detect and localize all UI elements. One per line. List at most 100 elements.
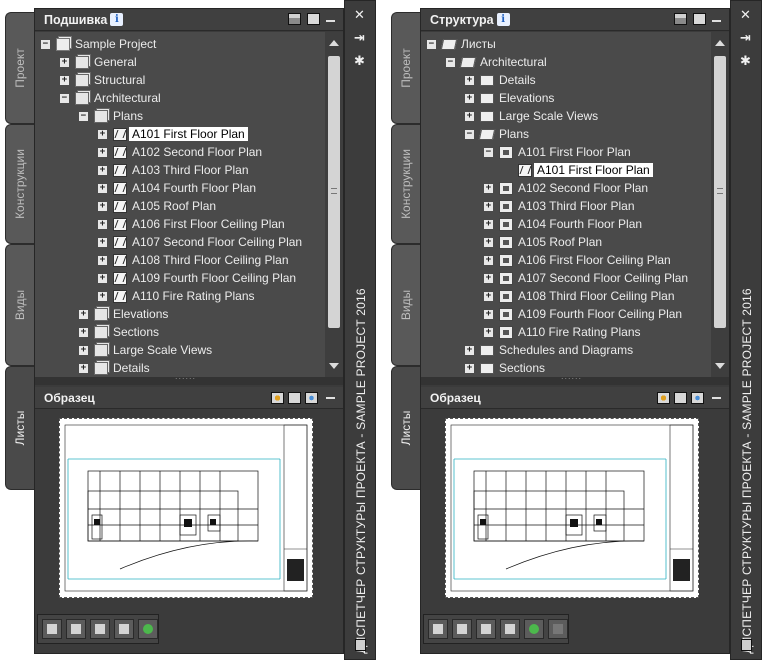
expand-icon[interactable]: + — [484, 237, 493, 247]
expand-icon[interactable]: + — [484, 309, 493, 319]
preview-collapse-icon[interactable] — [326, 397, 335, 399]
tree-item[interactable]: + Schedules and Diagrams — [465, 341, 633, 359]
expand-icon[interactable]: + — [465, 111, 474, 121]
tree-item[interactable]: + Details — [79, 359, 150, 377]
scroll-thumb[interactable] — [714, 56, 726, 328]
select-button[interactable] — [476, 619, 496, 639]
scroll-down-icon[interactable] — [715, 363, 725, 369]
expand-icon[interactable]: + — [79, 363, 88, 373]
expand-icon[interactable]: + — [98, 219, 107, 229]
properties-icon[interactable]: ✱ — [354, 53, 365, 69]
properties-icon[interactable]: ✱ — [740, 53, 751, 69]
close-icon[interactable]: ✕ — [354, 7, 365, 23]
expand-icon[interactable]: + — [60, 57, 69, 67]
new-element-button[interactable] — [452, 619, 472, 639]
expand-icon[interactable]: + — [79, 345, 88, 355]
expand-icon[interactable]: + — [465, 93, 474, 103]
tree-item[interactable]: + A101 First Floor Plan — [98, 125, 248, 143]
auto-hide-icon[interactable]: ⇥ — [740, 30, 751, 46]
disabled-tool-button[interactable] — [548, 619, 568, 639]
tree-item[interactable]: + A109 Fourth Floor Ceiling Plan — [98, 269, 296, 287]
expand-icon[interactable]: + — [98, 147, 107, 157]
tree-item[interactable]: + A108 Third Floor Ceiling Plan — [98, 251, 289, 269]
tree-item[interactable]: + A106 First Floor Ceiling Plan — [484, 251, 671, 269]
expand-icon[interactable]: + — [98, 129, 107, 139]
expand-icon[interactable]: + — [98, 255, 107, 265]
tab-project[interactable]: Проект — [391, 12, 420, 124]
tree-item[interactable]: + A105 Roof Plan — [484, 233, 602, 251]
expand-icon[interactable]: + — [484, 183, 493, 193]
tree-scrollbar[interactable] — [325, 32, 343, 377]
preview-settings-icon[interactable] — [271, 392, 284, 404]
tree-item[interactable]: + Elevations — [465, 89, 554, 107]
tree-item[interactable]: + Sections — [465, 359, 545, 377]
expand-icon[interactable]: + — [484, 273, 493, 283]
expand-icon[interactable]: + — [484, 201, 493, 211]
tab-constructs[interactable]: Конструкции — [5, 124, 34, 244]
refresh-button[interactable] — [524, 619, 544, 639]
tree-item[interactable]: + A103 Third Floor Plan — [484, 197, 635, 215]
auto-hide-icon[interactable]: ⇥ — [354, 30, 365, 46]
tree-item[interactable]: + A104 Fourth Floor Plan — [484, 215, 642, 233]
tree-item[interactable]: + General — [60, 53, 137, 71]
tab-views[interactable]: Виды — [391, 244, 420, 366]
expand-icon[interactable]: + — [484, 327, 493, 337]
collapse-node-icon[interactable]: − — [427, 39, 436, 49]
tree-item[interactable]: − Architectural — [60, 89, 161, 107]
preview-layout-icon[interactable] — [674, 392, 687, 404]
select-button[interactable] — [90, 619, 110, 639]
collapse-node-icon[interactable]: − — [79, 111, 88, 121]
tree-item[interactable]: + A102 Second Floor Plan — [98, 143, 262, 161]
expand-icon[interactable]: + — [98, 273, 107, 283]
collapse-node-icon[interactable]: − — [465, 129, 474, 139]
new-folder-button[interactable] — [428, 619, 448, 639]
tree-item[interactable]: + A107 Second Floor Ceiling Plan — [484, 269, 688, 287]
publish-icon[interactable] — [674, 13, 687, 25]
tab-sheets[interactable]: Листы — [5, 366, 34, 490]
info-icon[interactable]: i — [496, 13, 510, 26]
collapse-icon[interactable] — [712, 20, 721, 22]
publish-button[interactable] — [42, 619, 62, 639]
details-button[interactable] — [500, 619, 520, 639]
scroll-up-icon[interactable] — [715, 40, 725, 46]
tree-item[interactable]: + Sections — [79, 323, 159, 341]
tree-scrollbar[interactable] — [711, 32, 729, 377]
preview-view-icon[interactable] — [305, 392, 318, 404]
tree-item[interactable]: + A109 Fourth Floor Ceiling Plan — [484, 305, 682, 323]
tree-item[interactable]: − Architectural — [446, 53, 547, 71]
new-sheet-button[interactable] — [66, 619, 86, 639]
tree-item[interactable]: + A106 First Floor Ceiling Plan — [98, 215, 285, 233]
details-button[interactable] — [114, 619, 134, 639]
tree-item[interactable]: + A102 Second Floor Plan — [484, 179, 648, 197]
palette-options-icon[interactable] — [355, 639, 366, 651]
tree-item[interactable]: + Structural — [60, 71, 145, 89]
tab-views[interactable]: Виды — [5, 244, 34, 366]
tree-item[interactable]: + Details — [465, 71, 536, 89]
expand-icon[interactable]: + — [465, 345, 474, 355]
palette-options-icon[interactable] — [741, 639, 752, 651]
tree-item[interactable]: + A105 Roof Plan — [98, 197, 216, 215]
tree-item[interactable]: + A104 Fourth Floor Plan — [98, 179, 256, 197]
preview-settings-icon[interactable] — [657, 392, 670, 404]
tree-item[interactable]: − Plans — [79, 107, 143, 125]
close-icon[interactable]: ✕ — [740, 7, 751, 23]
expand-icon[interactable]: + — [98, 165, 107, 175]
expand-icon[interactable]: + — [465, 363, 474, 373]
tree-item[interactable]: A101 First Floor Plan — [503, 161, 653, 179]
tree-item[interactable]: + A108 Third Floor Ceiling Plan — [484, 287, 675, 305]
collapse-icon[interactable] — [326, 20, 335, 22]
expand-icon[interactable]: + — [79, 309, 88, 319]
preview-collapse-icon[interactable] — [712, 397, 721, 399]
expand-icon[interactable]: + — [60, 75, 69, 85]
splitter-handle[interactable] — [35, 371, 343, 385]
publish-icon[interactable] — [288, 13, 301, 25]
collapse-node-icon[interactable]: − — [484, 147, 493, 157]
collapse-node-icon[interactable]: − — [60, 93, 69, 103]
structure-tree[interactable]: − Листы − Architectural + Details + Elevations +… — [421, 32, 711, 377]
expand-icon[interactable]: + — [484, 219, 493, 229]
scroll-down-icon[interactable] — [329, 363, 339, 369]
tree-item[interactable]: − Листы — [427, 35, 496, 53]
open-sheet-set-icon[interactable] — [307, 13, 320, 25]
collapse-node-icon[interactable]: − — [446, 57, 455, 67]
scroll-thumb[interactable] — [328, 56, 340, 328]
